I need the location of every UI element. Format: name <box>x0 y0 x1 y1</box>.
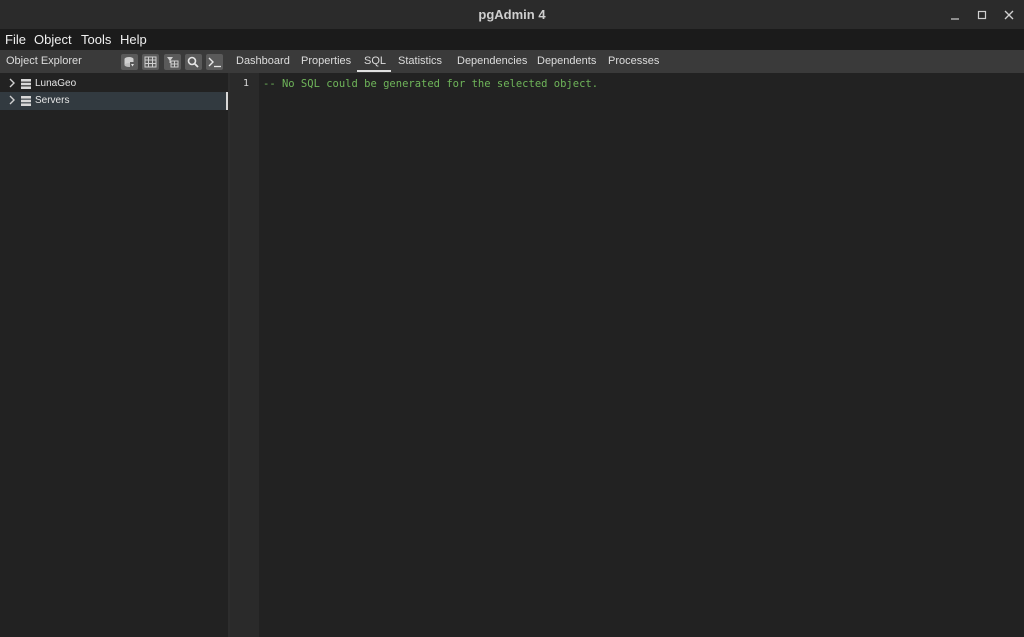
active-tab-indicator <box>357 70 391 72</box>
title-bar: pgAdmin 4 <box>0 0 1024 29</box>
line-number-gutter: 1 <box>230 73 259 637</box>
filtered-rows-icon[interactable] <box>164 54 181 70</box>
tree-item-lunageo[interactable]: LunaGeo <box>0 75 228 93</box>
menu-object[interactable]: Object <box>34 32 72 47</box>
menu-bar: File Object Tools Help <box>0 29 1024 50</box>
sql-editor[interactable]: -- No SQL could be generated for the sel… <box>259 73 1024 637</box>
tab-properties[interactable]: Properties <box>301 55 351 67</box>
menu-file[interactable]: File <box>5 32 26 47</box>
server-group-icon <box>21 96 31 106</box>
line-number: 1 <box>242 78 249 89</box>
object-explorer-title: Object Explorer <box>6 55 82 67</box>
view-data-icon[interactable] <box>142 54 159 70</box>
tab-dependencies[interactable]: Dependencies <box>457 55 527 67</box>
close-icon[interactable] <box>999 5 1019 25</box>
toolbar-row: Object Explorer Dashboard Properties SQL… <box>0 50 1024 73</box>
minimize-icon[interactable] <box>945 5 965 25</box>
search-objects-icon[interactable] <box>185 54 202 70</box>
object-explorer-tree: LunaGeo Servers <box>0 73 228 637</box>
tab-processes[interactable]: Processes <box>608 55 659 67</box>
tree-item-servers[interactable]: Servers <box>0 92 228 110</box>
tab-dependents[interactable]: Dependents <box>537 55 596 67</box>
window-title: pgAdmin 4 <box>478 7 546 22</box>
chevron-right-icon[interactable] <box>7 94 17 106</box>
maximize-icon[interactable] <box>972 5 992 25</box>
sql-comment-line: -- No SQL could be generated for the sel… <box>263 78 599 90</box>
tree-item-label: LunaGeo <box>35 78 77 89</box>
tab-statistics[interactable]: Statistics <box>398 55 442 67</box>
query-tool-icon[interactable] <box>121 54 138 70</box>
tab-dashboard[interactable]: Dashboard <box>236 55 290 67</box>
menu-tools[interactable]: Tools <box>81 32 111 47</box>
tree-item-label: Servers <box>35 95 70 106</box>
server-group-icon <box>21 79 31 89</box>
tab-sql[interactable]: SQL <box>364 55 386 67</box>
psql-tool-icon[interactable] <box>206 54 223 70</box>
menu-help[interactable]: Help <box>120 32 147 47</box>
chevron-right-icon[interactable] <box>7 77 17 89</box>
